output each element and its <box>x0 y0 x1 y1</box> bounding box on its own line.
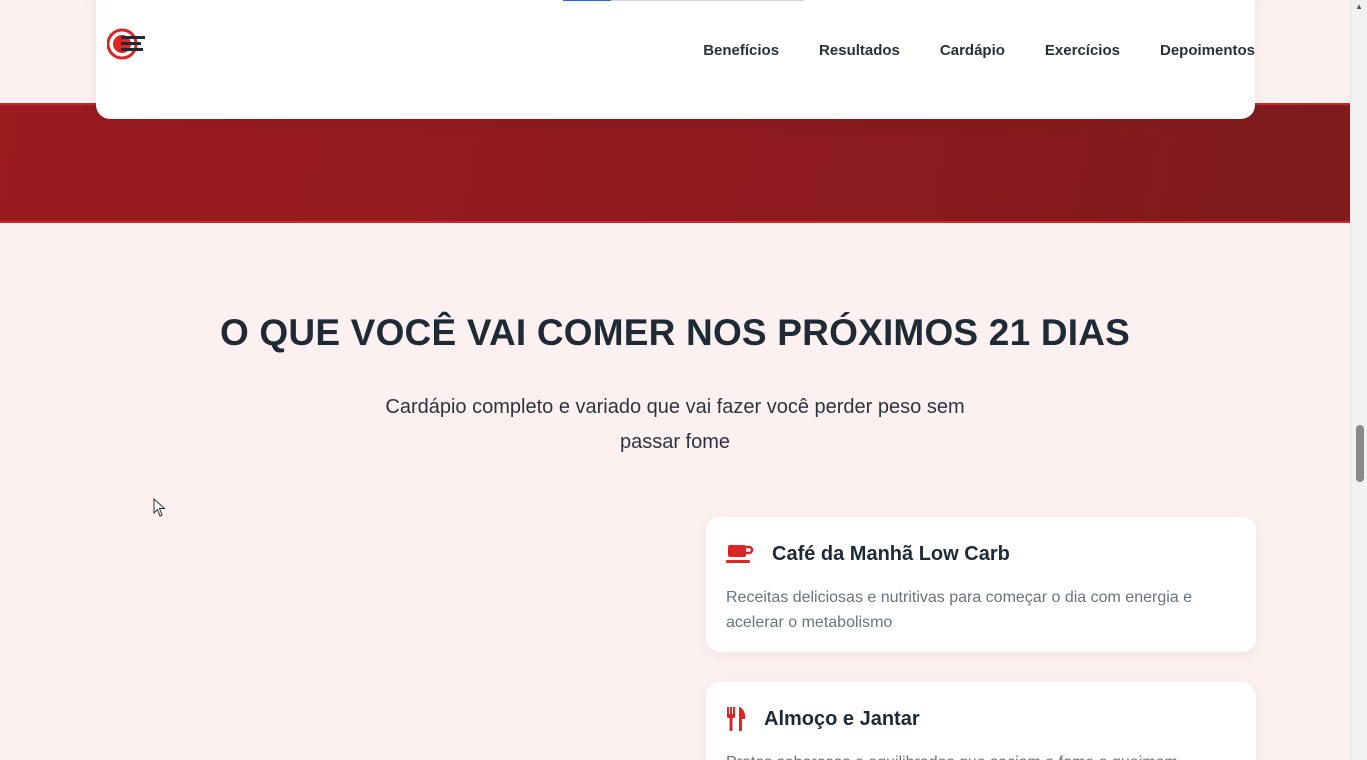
nav-beneficios[interactable]: Benefícios <box>703 42 779 59</box>
coffee-cup-icon <box>726 541 754 567</box>
feature-card-lunch-dinner: Almoço e Jantar Pratos saborosos e equil… <box>706 682 1256 760</box>
card-title: Café da Manhã Low Carb <box>772 542 1010 565</box>
nav-cardapio[interactable]: Cardápio <box>940 42 1005 59</box>
logo[interactable] <box>106 27 147 61</box>
card-description: Receitas deliciosas e nutritivas para co… <box>726 589 1193 631</box>
section-subtitle: Cardápio completo e variado que vai faze… <box>350 390 1000 460</box>
mouse-cursor-icon <box>153 498 166 517</box>
utensils-icon <box>726 706 746 732</box>
vertical-scrollbar[interactable]: ▲ <box>1350 0 1367 760</box>
red-banner <box>0 103 1350 223</box>
subtitle-line-2: passar fome <box>619 431 731 453</box>
scroll-up-arrow-icon[interactable]: ▲ <box>1355 2 1363 11</box>
card-title: Almoço e Jantar <box>764 707 920 730</box>
site-header: Benefícios Resultados Cardápio Exercício… <box>0 0 1350 103</box>
section-title: O QUE VOCÊ VAI COMER NOS PRÓXIMOS 21 DIA… <box>219 312 1131 353</box>
main-nav: Benefícios Resultados Cardápio Exercício… <box>703 42 1255 59</box>
nav-resultados[interactable]: Resultados <box>819 42 900 59</box>
nav-exercicios[interactable]: Exercícios <box>1045 42 1120 59</box>
scrollbar-thumb[interactable] <box>1356 425 1364 482</box>
nav-depoimentos[interactable]: Depoimentos <box>1160 42 1255 59</box>
card-description: Pratos saborosos e equilibrados que saci… <box>726 750 1236 760</box>
subtitle-line-1: Cardápio completo e variado que vai faze… <box>385 396 965 418</box>
feature-card-breakfast: Café da Manhã Low Carb Receitas delicios… <box>706 517 1256 652</box>
